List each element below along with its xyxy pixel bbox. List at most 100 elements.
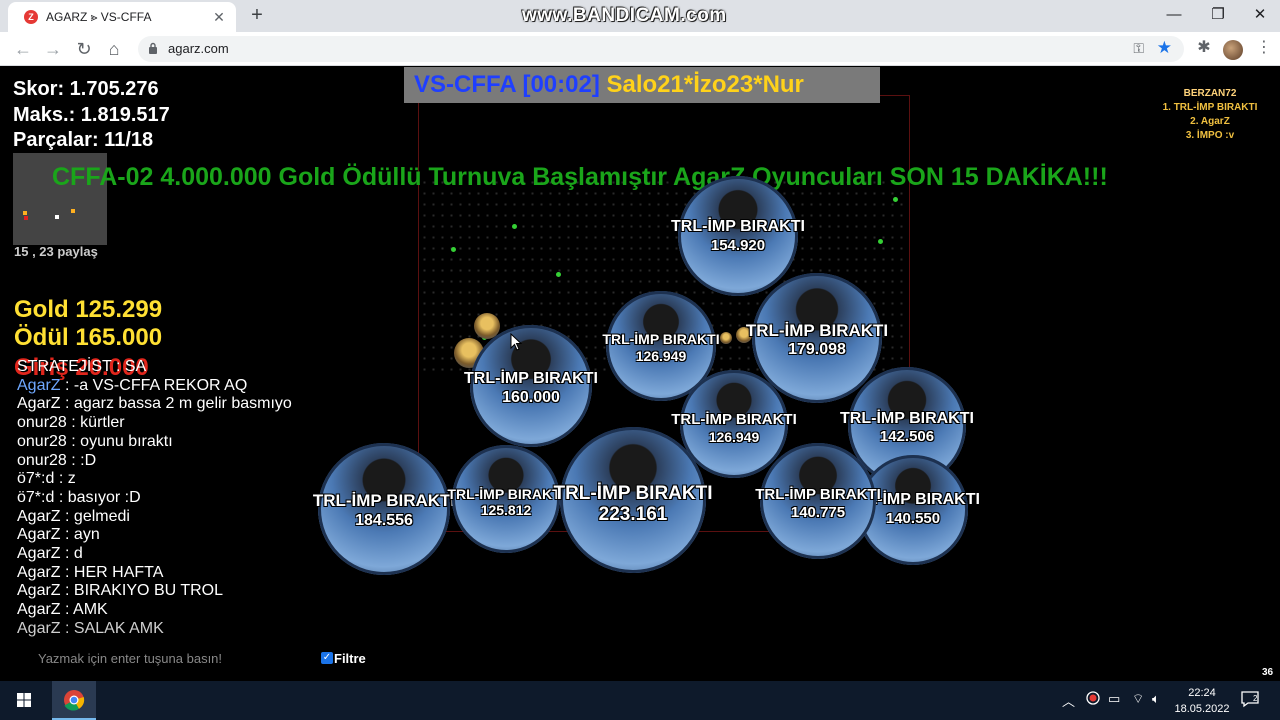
url-text: agarz.com <box>168 41 229 56</box>
chat-author: AgarZ <box>17 526 61 544</box>
chat-message: onur28 : :D <box>17 452 337 471</box>
home-button[interactable]: ⌂ <box>103 38 125 60</box>
chat-author: AgarZ <box>17 619 61 637</box>
chat-text: : gelmedi <box>60 507 130 525</box>
browser-toolbar: ← → ↻ ⌂ agarz.com ⚿ ★ <box>0 32 1280 66</box>
cell-name: TRL-İMP BIRAKTI <box>553 483 713 504</box>
close-tab-icon[interactable]: ✕ <box>210 8 228 26</box>
chat-message: STRATEJİST : SA <box>17 358 337 377</box>
room-label: VS-CFFA [00:02] <box>414 71 600 98</box>
minimap-dot <box>71 209 75 213</box>
chat-author: AgarZ <box>17 545 61 563</box>
max-score-text: Maks.: 1.819.517 <box>13 104 170 126</box>
player-cell: TRL-İMP BIRAKTI 126.949 <box>671 370 797 478</box>
forward-button[interactable]: → <box>42 38 64 60</box>
chat-author: AgarZ <box>17 507 61 525</box>
minimize-button[interactable]: — <box>1152 0 1196 30</box>
chat-message: AgarZ : BIRAKIYO BU TROL <box>17 582 337 601</box>
password-key-icon[interactable]: ⚿ <box>1133 40 1144 57</box>
cell-mass: 184.556 <box>355 512 413 529</box>
chat-message: AgarZ : AMK <box>17 601 337 620</box>
food-pellet <box>556 272 561 277</box>
chat-text: : :D <box>66 451 97 469</box>
chat-author: ö7*:d <box>17 488 55 506</box>
player-cell: TRL-İMP BIRAKTI 223.161 <box>553 427 713 573</box>
network-icon[interactable]: ⌔ <box>1132 691 1144 707</box>
tab-title: AGARZ ⪢ VS-CFFA <box>46 10 152 24</box>
chat-text: : -a VS-CFFA REKOR AQ <box>60 376 248 394</box>
score-text: Skor: 1.705.276 <box>13 78 159 100</box>
cell-mass: 160.000 <box>502 389 560 406</box>
leaderboard: BERZAN72 1. TRL-İMP BIRAKTI 2. AgarZ 3. … <box>1140 87 1280 143</box>
mouse-cursor-icon <box>510 333 522 351</box>
filter-checkbox[interactable]: ✓ <box>321 652 333 664</box>
game-canvas[interactable]: VS-CFFA [00:02] Salo21*İzo23*Nur Skor: 1… <box>0 67 1280 681</box>
extensions-puzzle-icon[interactable]: ✱ <box>1194 37 1214 57</box>
maximize-button[interactable]: ❐ <box>1196 0 1240 30</box>
chat-message: onur28 : oyunu bıraktı <box>17 433 337 452</box>
chat-author: AgarZ <box>17 601 61 619</box>
minimap-dot <box>23 211 27 215</box>
taskbar-chrome-button[interactable] <box>52 681 96 720</box>
cell-mass: 126.949 <box>708 429 760 445</box>
notification-count: 2 <box>1253 694 1258 703</box>
battery-icon[interactable]: ▭ <box>1108 691 1120 707</box>
chat-author: onur28 <box>17 414 67 432</box>
chat-text: : kürtler <box>66 414 125 432</box>
address-bar[interactable]: agarz.com ⚿ ★ <box>138 36 1184 62</box>
tray-chevron-icon[interactable]: ︿ <box>1062 691 1075 710</box>
reward-amount: Ödül 165.000 <box>14 324 163 351</box>
chat-message: ö7*:d : z <box>17 470 337 489</box>
leaderboard-item: 3. İMPO :v <box>1185 130 1235 141</box>
cell-mass: 179.098 <box>788 341 846 358</box>
bookmark-star-icon[interactable]: ★ <box>1157 38 1172 58</box>
chat-message: onur28 : kürtler <box>17 414 337 433</box>
chat-author: AgarZ <box>17 376 61 394</box>
lock-icon <box>149 42 157 54</box>
cell-name: TRL-İMP BIRAKTI <box>671 218 805 235</box>
bandicam-watermark: www.BANDICAM.com <box>522 5 727 26</box>
browser-titlebar: Z AGARZ ⪢ VS-CFFA ✕ + www.BANDICAM.com —… <box>0 0 1280 32</box>
chat-author: onur28 <box>17 451 67 469</box>
chat-text: : ayn <box>60 526 100 544</box>
windows-start-icon[interactable] <box>0 681 48 720</box>
back-button[interactable]: ← <box>12 38 34 60</box>
chat-text: : d <box>60 545 83 563</box>
chat-author: AgarZ <box>17 582 61 600</box>
reload-button[interactable]: ↻ <box>73 38 95 60</box>
volume-icon[interactable]: 🔈︎ <box>1152 691 1160 707</box>
chat-message: AgarZ : gelmedi <box>17 508 337 527</box>
bandicam-record-icon[interactable] <box>1086 691 1100 708</box>
chat-author: STRATEJİST <box>17 358 112 375</box>
close-window-button[interactable]: ✕ <box>1238 0 1280 30</box>
leaderboard-item: 2. AgarZ <box>1190 116 1230 127</box>
browser-tab[interactable]: Z AGARZ ⪢ VS-CFFA ✕ <box>8 2 236 32</box>
pieces-text: Parçalar: 11/18 <box>13 129 154 151</box>
cell-mass: 154.920 <box>710 237 766 254</box>
minimap-dot <box>55 215 59 219</box>
cell-mass: 126.949 <box>635 348 687 364</box>
notification-center-icon[interactable]: 2 <box>1240 690 1260 713</box>
player-cell: TRL-İMP BIRAKTI 184.556 <box>313 443 455 575</box>
chat-input[interactable]: Yazmak için enter tuşuna basın! <box>38 651 222 666</box>
chat-author: AgarZ <box>17 395 61 413</box>
player-cell: TRL-İMP BIRAKTI 179.098 <box>746 273 888 403</box>
taskbar-clock[interactable]: 22:24 18.05.2022 <box>1172 685 1232 717</box>
food-pellet <box>512 224 517 229</box>
gold-amount: Gold 125.299 <box>14 296 163 323</box>
player-cell: TRL-İMP BIRAKTI 154.920 <box>671 176 805 296</box>
profile-avatar[interactable] <box>1223 40 1243 60</box>
tournament-announcement: CFFA-02 4.000.000 Gold Ödüllü Turnuva Ba… <box>52 163 1108 191</box>
chat-text: : AMK <box>60 601 108 619</box>
room-players: Salo21*İzo23*Nur <box>606 71 804 98</box>
cell-name: TRL-İMP BIRAKTI <box>745 321 889 340</box>
clock-time: 22:24 <box>1188 687 1216 699</box>
cell-name: TRL-İMP BIRAKTI <box>755 486 881 503</box>
chat-text: : basıyor :D <box>54 488 141 506</box>
chat-message: AgarZ : HER HAFTA <box>17 564 337 583</box>
cell-name: TRL-İMP BIRAKTI <box>840 410 974 427</box>
chat-author: onur28 <box>17 432 67 450</box>
browser-menu-icon[interactable]: ⋮ <box>1256 37 1272 57</box>
chat-author: AgarZ <box>17 563 61 581</box>
new-tab-button[interactable]: + <box>246 4 268 26</box>
